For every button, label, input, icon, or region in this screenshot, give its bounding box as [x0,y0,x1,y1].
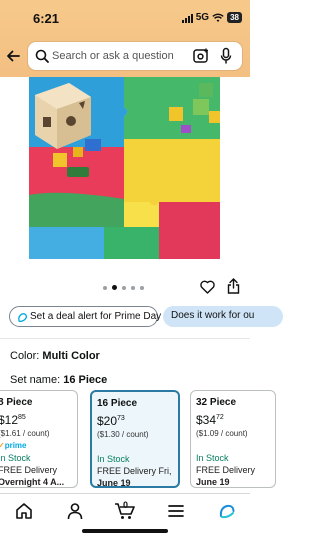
section-divider [0,338,250,339]
status-time: 6:21 [33,11,60,26]
carousel-dot[interactable] [140,285,144,290]
option-unit-price: ($1.30 / count) [97,430,149,439]
option-unit-price: ($1.61 / count) [0,429,50,438]
search-icon [35,49,49,63]
option-price: $3472 [196,413,224,427]
heart-icon[interactable] [200,280,215,294]
wifi-icon [212,13,224,22]
battery-indicator: 38 [227,12,242,23]
ask-question-label: Does it work for ou [171,310,255,321]
option-title: 16 Piece [97,398,138,409]
option-delivery: FREE Delivery [0,465,58,475]
color-row: Color: Multi Color [10,350,100,362]
account-icon[interactable] [66,502,84,520]
set-name-value: 16 Piece [63,374,108,386]
ask-question-chip[interactable]: Does it work for ou [163,306,283,327]
option-title: 32 Piece [196,397,237,408]
option-unit-price: ($1.09 / count) [196,429,248,438]
option-stock: In Stock [97,454,130,464]
prime-badge: ✓prime [0,441,27,450]
option-card-8-piece[interactable]: 8 Piece $1285 ($1.61 / count) ✓prime In … [0,390,78,488]
option-delivery: FREE Delivery Fri, [97,466,172,476]
home-icon[interactable] [15,502,33,520]
carousel-dot[interactable] [131,285,135,290]
option-card-32-piece[interactable]: 32 Piece $3472 ($1.09 / count) In Stock … [190,390,276,488]
option-price: $1285 [0,413,26,427]
signal-icon [181,13,193,23]
cart-button[interactable]: 0 [114,498,138,522]
option-stock: In Stock [0,453,31,463]
top-header: 6:21 5G 38 Search or ask a question [0,0,250,77]
deal-alert-button[interactable]: Set a deal alert for Prime Day [9,306,162,327]
back-arrow-icon[interactable] [5,48,21,64]
microphone-icon[interactable] [220,47,232,65]
cart-count: 0 [123,500,129,510]
color-label: Color: [10,350,40,362]
color-value: Multi Color [42,350,100,362]
option-title: 8 Piece [0,397,33,408]
carousel-dot[interactable] [103,285,107,290]
option-price: $2073 [97,414,125,428]
search-bar[interactable]: Search or ask a question [28,42,242,70]
bottom-nav: 0 [0,493,250,541]
set-name-label: Set name: [10,374,61,386]
carousel-dot[interactable] [122,285,126,290]
home-indicator [82,529,168,533]
share-icon[interactable] [227,278,240,294]
product-image[interactable] [29,77,220,259]
carousel-dot-active[interactable] [112,285,117,290]
product-photo [29,77,220,259]
option-delivery-date: June 19 [97,478,131,488]
option-card-16-piece[interactable]: 16 Piece $2073 ($1.30 / count) In Stock … [90,390,180,488]
carousel-dots[interactable] [103,285,144,290]
camera-lens-icon[interactable] [192,47,210,65]
network-label: 5G [195,12,210,23]
option-delivery-date: June 19 [196,477,230,487]
status-indicators: 5G 38 [181,12,242,23]
deal-alert-icon [18,313,28,323]
set-name-row: Set name: 16 Piece [10,374,107,386]
option-stock: In Stock [196,453,229,463]
option-delivery: FREE Delivery [196,465,256,475]
status-bar: 6:21 5G 38 [0,0,250,36]
option-delivery-date: Overnight 4 A... [0,477,65,487]
menu-icon[interactable] [167,502,185,520]
deal-alert-label: Set a deal alert for Prime Day [30,311,162,322]
search-input[interactable]: Search or ask a question [52,50,174,62]
assistant-icon[interactable] [218,502,236,520]
